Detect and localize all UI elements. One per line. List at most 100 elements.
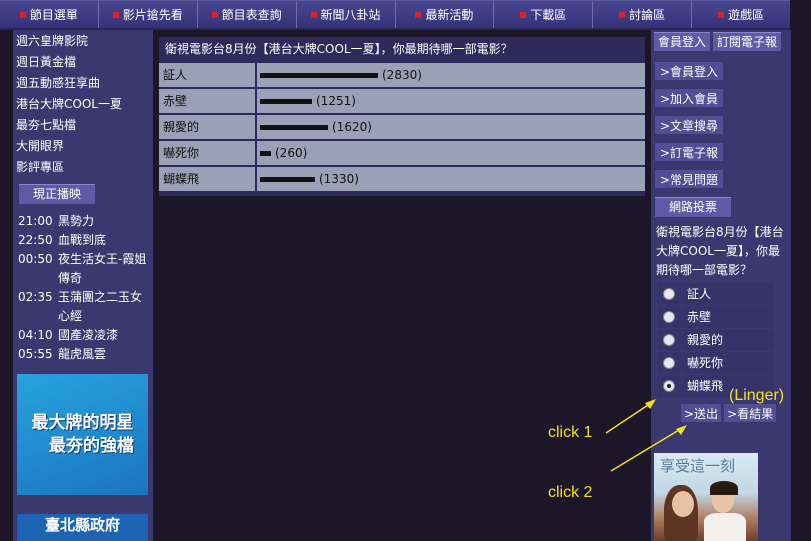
radio-cell <box>657 283 681 305</box>
nav-item-news[interactable]: 新聞八卦站 <box>296 1 396 28</box>
poll-radio[interactable] <box>663 311 675 323</box>
bullet-icon <box>415 11 422 18</box>
annotation-click1: click 1 <box>548 424 593 441</box>
schedule-row[interactable]: 22:50 血戰到底 <box>13 231 153 250</box>
schedule-row[interactable]: 04:10 國產凌凌漆 <box>13 326 153 345</box>
result-row: 嚇死你 (260) <box>159 141 645 165</box>
schedule-title: 玉蒲團之二玉女心經 <box>58 290 143 323</box>
result-bar-cell: (1620) <box>257 115 645 139</box>
bullet-icon <box>520 11 527 18</box>
nav-label: 節目選單 <box>29 8 78 22</box>
ad-figure-hair <box>710 481 738 495</box>
poll-option-label: 親愛的 <box>682 329 774 351</box>
nav-label: 遊戲區 <box>728 8 765 22</box>
left-link-reviews[interactable]: 影評專區 <box>13 157 153 178</box>
result-bar-cell: (1330) <box>257 167 645 191</box>
nav-item-events[interactable]: 最新活動 <box>395 1 495 28</box>
tab-newsletter[interactable]: 訂閱電子報 <box>713 32 782 51</box>
result-bar-cell: (1251) <box>257 89 645 113</box>
schedule-time: 00:50 <box>18 252 53 266</box>
nav-label: 討論區 <box>629 8 666 22</box>
poll-option-label: 嚇死你 <box>682 352 774 374</box>
poll-results-panel: 衛視電影台8月份【港台大牌COOL一夏】，你最期待哪一部電影？ 証人 (2830… <box>159 37 645 196</box>
article-search-button[interactable]: >文章搜尋 <box>654 115 725 135</box>
poll-option: 親愛的 <box>657 329 774 351</box>
nav-label: 影片搶先看 <box>122 8 183 22</box>
nav-item-schedule[interactable]: 節目表查詢 <box>197 1 297 28</box>
subscribe-newsletter-button[interactable]: >訂電子報 <box>654 142 725 162</box>
top-navigation: 節目選單 影片搶先看 節目表查詢 新聞八卦站 最新活動 下載區 討論區 遊戲區 <box>0 0 790 30</box>
result-count: (1620) <box>332 120 372 134</box>
now-playing-tab: 現正播映 <box>19 184 95 204</box>
tab-member-login[interactable]: 會員登入 <box>654 32 711 51</box>
left-link-saturday-cinema[interactable]: 週六皇牌影院 <box>13 31 153 52</box>
poll-option: 赤壁 <box>657 306 774 328</box>
poll-option-label: 証人 <box>682 283 774 305</box>
view-results-button[interactable]: >看結果 <box>723 403 778 423</box>
right-sidebar: 會員登入 訂閱電子報 >會員登入 >加入會員 >文章搜尋 >訂電子報 >常見問題… <box>651 30 791 541</box>
result-count: (1330) <box>319 172 359 186</box>
left-sidebar: 週六皇牌影院 週日黃金檔 週五動感狂享曲 港台大牌COOL一夏 最夯七點檔 大開… <box>13 30 153 541</box>
poll-radio[interactable] <box>663 334 675 346</box>
schedule-title: 國產凌凌漆 <box>58 328 119 342</box>
poll-option: 証人 <box>657 283 774 305</box>
left-link-sunday-prime[interactable]: 週日黃金檔 <box>13 52 153 73</box>
arrow-line-click1 <box>605 400 655 434</box>
poll-radio[interactable] <box>663 380 675 392</box>
nav-item-program-menu[interactable]: 節目選單 <box>0 1 99 28</box>
result-bar <box>260 176 315 182</box>
schedule-time: 04:10 <box>18 328 53 342</box>
nav-item-preview[interactable]: 影片搶先看 <box>98 1 198 28</box>
submit-vote-button[interactable]: >送出 <box>680 403 723 423</box>
schedule-time: 21:00 <box>18 214 53 228</box>
schedule-row[interactable]: 00:50 夜生活女王-霞姐傳奇 <box>13 250 153 288</box>
result-bar-cell: (2830) <box>257 63 645 87</box>
result-label: 蝴蝶飛 <box>159 167 255 191</box>
annotation-click2: click 2 <box>548 484 593 501</box>
poll-option-label: 赤壁 <box>682 306 774 328</box>
ad-headline: 享受這一刻 <box>660 457 736 475</box>
ad-figure-shirt <box>704 513 746 541</box>
left-link-seven-oclock[interactable]: 最夯七點檔 <box>13 115 153 136</box>
result-bar <box>260 72 378 78</box>
schedule-title: 血戰到底 <box>58 233 107 247</box>
bullet-icon <box>112 11 119 18</box>
bullet-icon <box>619 11 626 18</box>
join-member-button[interactable]: >加入會員 <box>654 88 725 108</box>
schedule-time: 22:50 <box>18 233 53 247</box>
schedule-row[interactable]: 02:35 玉蒲團之二玉女心經 <box>13 288 153 326</box>
poll-buttons: >送出 >看結果 <box>680 403 791 423</box>
poll-options: 証人 赤壁 親愛的 嚇死你 蝴蝶飛 <box>657 283 774 397</box>
result-row: 証人 (2830) <box>159 63 645 87</box>
result-count: (2830) <box>382 68 422 82</box>
nav-item-forum[interactable]: 討論區 <box>593 1 693 28</box>
promo-banner[interactable]: 最大牌的明星 最夯的強檔 <box>17 374 148 495</box>
nav-item-games[interactable]: 遊戲區 <box>692 1 790 28</box>
bullet-icon <box>19 11 26 18</box>
left-link-eye-opener[interactable]: 大開眼界 <box>13 136 153 157</box>
poll-radio[interactable] <box>663 357 675 369</box>
schedule-row[interactable]: 21:00 黑勢力 <box>13 212 153 231</box>
member-login-button[interactable]: >會員登入 <box>654 61 725 81</box>
result-bar <box>260 98 312 104</box>
result-count: (260) <box>275 146 308 160</box>
government-banner[interactable]: 臺北縣政府 <box>17 514 148 541</box>
left-link-cool-summer[interactable]: 港台大牌COOL一夏 <box>13 94 153 115</box>
nav-item-downloads[interactable]: 下載區 <box>494 1 594 28</box>
schedule-title: 黑勢力 <box>58 214 95 228</box>
result-bar <box>260 150 271 156</box>
member-tabs: 會員登入 訂閱電子報 <box>651 32 791 51</box>
poll-radio[interactable] <box>663 288 675 300</box>
left-link-friday-action[interactable]: 週五動感狂享曲 <box>13 73 153 94</box>
result-count: (1251) <box>316 94 356 108</box>
radio-cell <box>657 375 681 397</box>
annotation-linger: (Linger) <box>729 387 785 404</box>
promo-line-1: 最大牌的明星 <box>31 412 134 433</box>
poll-question: 衛視電影台8月份【港台大牌COOL一夏】，你最期待哪一部電影？ <box>656 225 784 277</box>
schedule-row[interactable]: 05:55 龍虎風雲 <box>13 345 153 364</box>
poll-option: 嚇死你 <box>657 352 774 374</box>
movie-ad-banner[interactable]: 享受這一刻 <box>654 453 758 541</box>
schedule-time: 05:55 <box>18 347 53 361</box>
result-bar <box>260 124 328 130</box>
faq-button[interactable]: >常見問題 <box>654 169 725 189</box>
